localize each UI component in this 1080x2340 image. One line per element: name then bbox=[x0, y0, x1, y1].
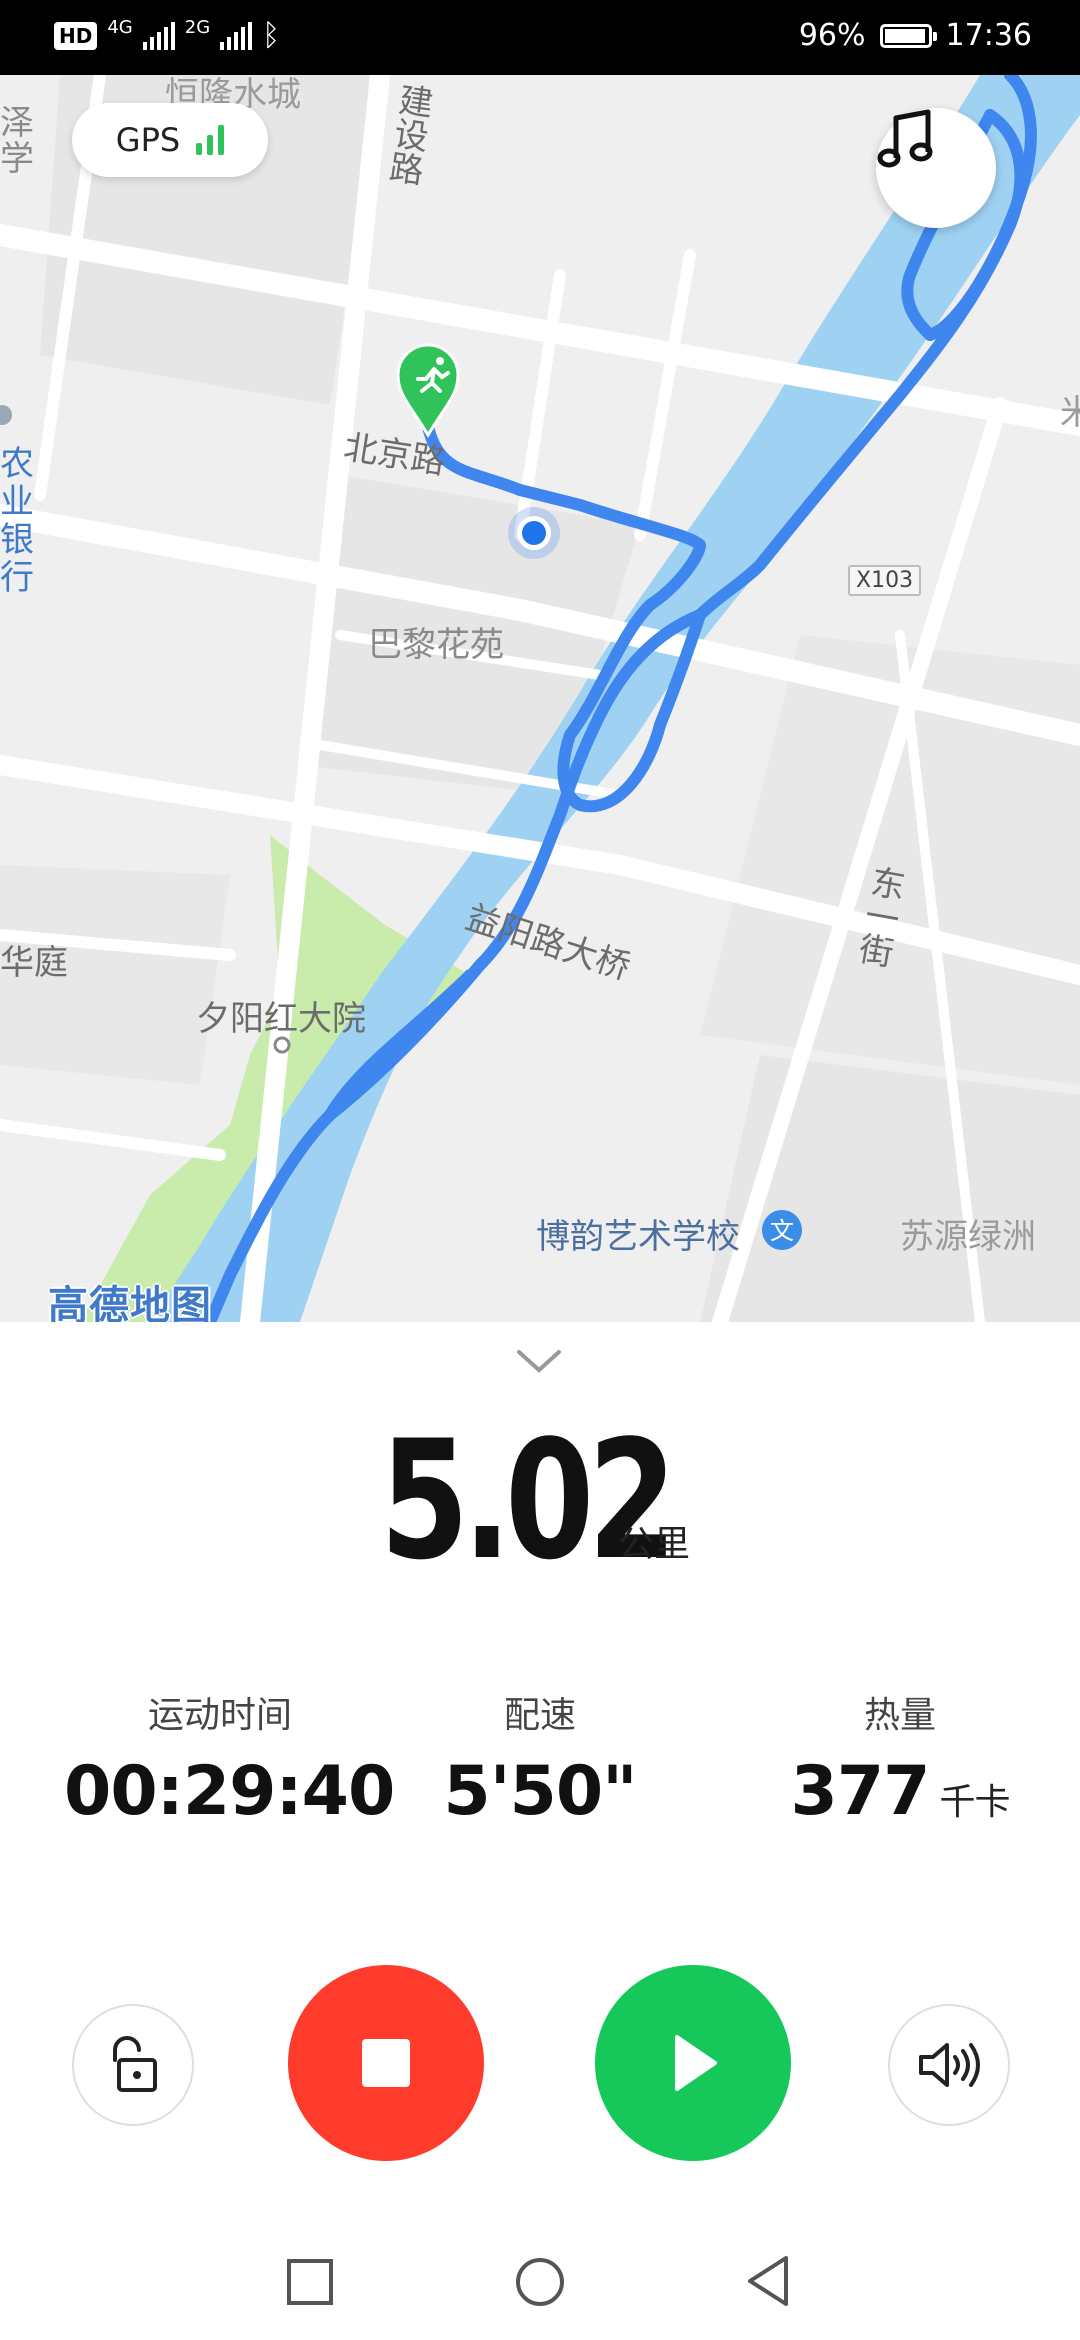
gps-indicator[interactable]: GPS bbox=[72, 103, 268, 177]
duration-value: 00:29:40 bbox=[64, 1752, 395, 1831]
duration-stat: 运动时间 00:29:40 bbox=[64, 1686, 395, 1831]
bluetooth-icon: ᛒ bbox=[262, 18, 281, 53]
play-icon bbox=[675, 2035, 717, 2091]
stop-button[interactable] bbox=[288, 1965, 484, 2161]
svg-text:文: 文 bbox=[770, 1217, 794, 1245]
route-map[interactable]: 文 恒隆水城 建设路 泽学 农业银行 北京路 巴黎花苑 X103 东一街 益阳路… bbox=[0, 75, 1080, 1322]
calories-value-row: 377 千卡 bbox=[760, 1752, 1040, 1831]
battery-fill bbox=[884, 28, 925, 43]
sim2-signal-icon bbox=[220, 21, 253, 50]
battery-percent: 96% bbox=[798, 18, 866, 53]
pace-value: 5'50" bbox=[443, 1752, 637, 1831]
map-canvas: 文 bbox=[0, 75, 1080, 1322]
music-note-icon bbox=[877, 109, 933, 168]
triangle-back-icon[interactable] bbox=[744, 2254, 792, 2308]
speaker-icon bbox=[919, 2043, 980, 2087]
calories-value: 377 bbox=[790, 1752, 931, 1831]
music-button[interactable] bbox=[876, 108, 996, 228]
distance-unit: 公里 bbox=[618, 1524, 691, 1565]
road-badge-x103: X103 bbox=[848, 565, 922, 596]
sim1-network-label: 4G bbox=[107, 17, 133, 38]
lock-button[interactable] bbox=[72, 2004, 194, 2126]
distance-display: 5.02 公里 bbox=[0, 1405, 1080, 1605]
unlock-icon bbox=[113, 2036, 157, 2092]
sim1-signal-icon bbox=[142, 21, 175, 50]
calories-stat: 热量 377 千卡 bbox=[760, 1686, 1040, 1831]
calories-label: 热量 bbox=[863, 1695, 936, 1736]
chevron-down-icon[interactable] bbox=[515, 1346, 563, 1376]
distance-value: 5.02 bbox=[380, 1405, 677, 1596]
clock: 17:36 bbox=[945, 18, 1032, 53]
resume-button[interactable] bbox=[595, 1965, 791, 2161]
map-label-left-top: 泽学 bbox=[0, 103, 34, 179]
gps-signal-icon bbox=[196, 125, 225, 155]
battery-icon bbox=[879, 23, 937, 48]
calories-unit: 千卡 bbox=[939, 1782, 1010, 1823]
map-label-xiyang: 夕阳红大院 bbox=[196, 999, 366, 1039]
square-icon[interactable] bbox=[286, 2258, 334, 2306]
current-location-dot bbox=[522, 521, 546, 545]
sound-button[interactable] bbox=[888, 2004, 1010, 2126]
pace-stat: 配速 5'50" bbox=[420, 1686, 660, 1831]
stop-icon bbox=[362, 2039, 410, 2087]
hd-indicator: HD bbox=[54, 21, 98, 50]
sim2-network-label: 2G bbox=[184, 17, 211, 38]
duration-label: 运动时间 bbox=[147, 1695, 292, 1736]
amap-watermark: 高德地图 bbox=[48, 1283, 212, 1322]
circle-icon[interactable] bbox=[514, 2256, 566, 2308]
map-label-bank: 农业银行 bbox=[0, 444, 34, 598]
status-bar: HD 4G 2G ᛒ 96% 17:36 bbox=[0, 0, 1080, 75]
gps-label: GPS bbox=[115, 121, 181, 159]
map-label-suyuan: 苏源绿洲 bbox=[900, 1217, 1036, 1257]
pace-label: 配速 bbox=[503, 1695, 576, 1736]
map-label-right-edge: 米 bbox=[1060, 393, 1080, 433]
map-label-boyun: 博韵艺术学校 bbox=[536, 1217, 740, 1257]
system-nav-bar bbox=[0, 2230, 1080, 2340]
map-label-bali: 巴黎花苑 bbox=[368, 625, 504, 665]
map-label-huating: 华庭 bbox=[0, 943, 68, 983]
